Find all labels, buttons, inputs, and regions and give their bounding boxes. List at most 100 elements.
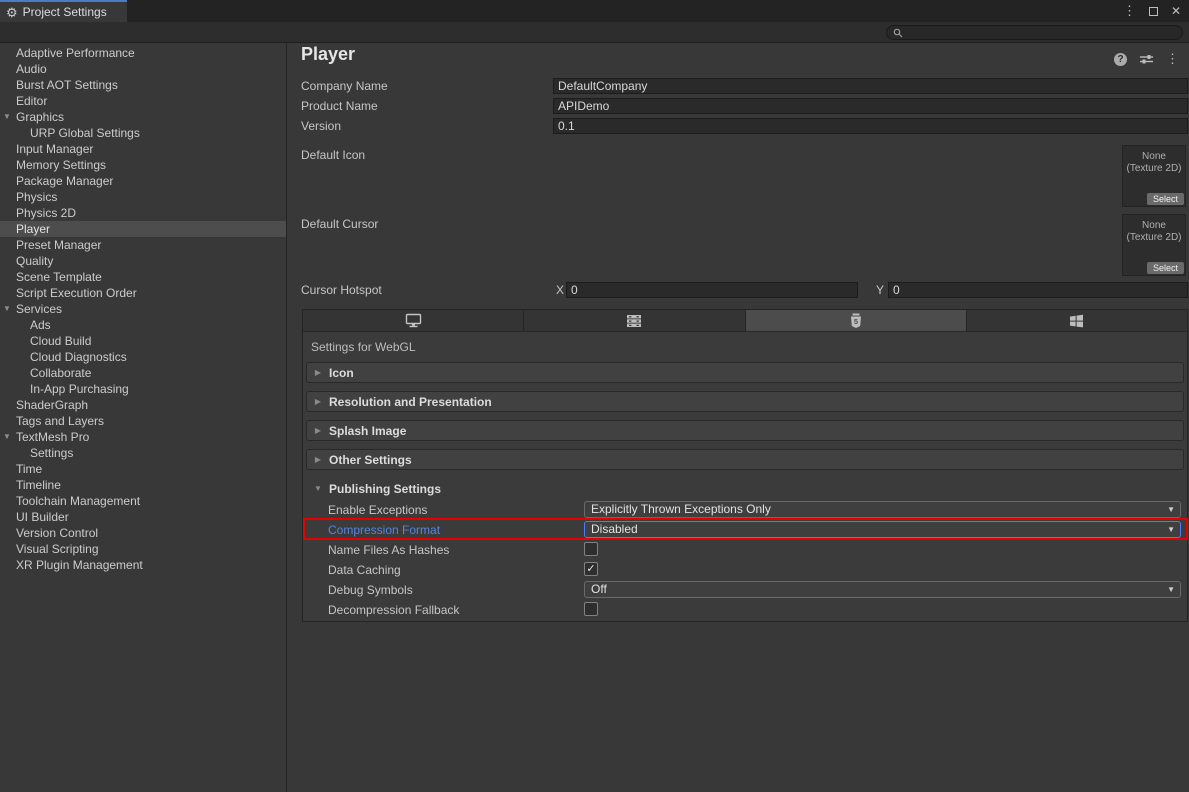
chevron-right-icon: ▶: [307, 368, 329, 377]
default-cursor-object-picker[interactable]: None (Texture 2D) Select: [1122, 214, 1186, 276]
sidebar-item-tags-and-layers[interactable]: Tags and Layers: [0, 413, 286, 429]
chevron-down-icon[interactable]: ▼: [3, 301, 11, 317]
chevron-right-icon: ▶: [307, 455, 329, 464]
cursor-hotspot-label: Cursor Hotspot: [301, 283, 382, 297]
section-resolution-and-presentation[interactable]: ▶ Resolution and Presentation: [306, 391, 1184, 412]
sidebar-item-time[interactable]: Time: [0, 461, 286, 477]
sidebar-item-script-execution-order[interactable]: Script Execution Order: [0, 285, 286, 301]
sidebar-item-textmesh-pro[interactable]: ▼ TextMesh Pro: [0, 429, 286, 445]
default-cursor-label: Default Cursor: [301, 217, 378, 231]
sidebar-item-visual-scripting[interactable]: Visual Scripting: [0, 541, 286, 557]
window-menu-icon[interactable]: ⋮: [1123, 3, 1136, 19]
sidebar-item-timeline[interactable]: Timeline: [0, 477, 286, 493]
enable-exceptions-dropdown[interactable]: Explicitly Thrown Exceptions Only ▼: [584, 501, 1181, 518]
section-title: Other Settings: [329, 453, 412, 467]
toolbar: [0, 22, 1189, 43]
search-box[interactable]: [886, 25, 1183, 40]
page-title: Player: [301, 44, 355, 65]
sidebar-item-cloud-diagnostics[interactable]: Cloud Diagnostics: [0, 349, 286, 365]
name-files-as-hashes-checkbox[interactable]: [584, 542, 598, 556]
object-value-line2: (Texture 2D): [1123, 232, 1185, 244]
dropdown-value: Explicitly Thrown Exceptions Only: [591, 502, 771, 516]
compression-format-dropdown[interactable]: Disabled ▼: [584, 521, 1181, 538]
sidebar-item-burst-aot-settings[interactable]: Burst AOT Settings: [0, 77, 286, 93]
chevron-down-icon[interactable]: ▼: [3, 109, 11, 125]
sidebar-item-graphics[interactable]: ▼ Graphics: [0, 109, 286, 125]
default-icon-select-button[interactable]: Select: [1147, 193, 1184, 205]
window-controls: ⋮ ✕: [1123, 0, 1181, 22]
player-settings-panel: Player ? ⋮ Company Name DefaultCompany P…: [288, 43, 1189, 792]
sidebar-item-memory-settings[interactable]: Memory Settings: [0, 157, 286, 173]
sidebar-item-adaptive-performance[interactable]: Adaptive Performance: [0, 45, 286, 61]
section-publishing-settings[interactable]: ▼ Publishing Settings: [306, 478, 1184, 499]
row-enable-exceptions: Enable Exceptions Explicitly Thrown Exce…: [303, 501, 1181, 519]
company-name-label: Company Name: [301, 79, 388, 93]
sidebar-item-label: TextMesh Pro: [16, 430, 89, 444]
sidebar-item-audio[interactable]: Audio: [0, 61, 286, 77]
sidebar-item-scene-template[interactable]: Scene Template: [0, 269, 286, 285]
company-name-input[interactable]: DefaultCompany: [553, 78, 1188, 94]
sidebar-item-quality[interactable]: Quality: [0, 253, 286, 269]
default-icon-object-picker[interactable]: None (Texture 2D) Select: [1122, 145, 1186, 207]
sidebar-item-label: Graphics: [16, 110, 64, 124]
platform-settings-container: 5 Settings for WebGL ▶ Icon ▶ Resolution…: [302, 309, 1188, 622]
sidebar-item-textmesh-settings[interactable]: Settings: [0, 445, 286, 461]
sidebar-item-ui-builder[interactable]: UI Builder: [0, 509, 286, 525]
sidebar-item-version-control[interactable]: Version Control: [0, 525, 286, 541]
section-icon[interactable]: ▶ Icon: [306, 362, 1184, 383]
name-files-as-hashes-label: Name Files As Hashes: [328, 543, 449, 557]
platform-tab-webgl[interactable]: 5: [746, 310, 967, 331]
unity-project-settings-window: { "window": { "title": "Project Settings…: [0, 0, 1189, 792]
sidebar-item-preset-manager[interactable]: Preset Manager: [0, 237, 286, 253]
sidebar-item-ads[interactable]: Ads: [0, 317, 286, 333]
sidebar-item-toolchain-management[interactable]: Toolchain Management: [0, 493, 286, 509]
sidebar-item-collaborate[interactable]: Collaborate: [0, 365, 286, 381]
windows-icon: [1069, 314, 1084, 328]
platform-tab-standalone[interactable]: [303, 310, 524, 331]
hotspot-y-input[interactable]: 0: [888, 282, 1188, 298]
sidebar-item-in-app-purchasing[interactable]: In-App Purchasing: [0, 381, 286, 397]
chevron-down-icon[interactable]: ▼: [3, 429, 11, 445]
presets-icon[interactable]: [1140, 53, 1153, 65]
sidebar-item-physics-2d[interactable]: Physics 2D: [0, 205, 286, 221]
sidebar-item-editor[interactable]: Editor: [0, 93, 286, 109]
object-value-line2: (Texture 2D): [1123, 163, 1185, 175]
hotspot-x-input[interactable]: 0: [566, 282, 858, 298]
version-input[interactable]: 0.1: [553, 118, 1188, 134]
sidebar-item-xr-plugin-management[interactable]: XR Plugin Management: [0, 557, 286, 573]
maximize-icon[interactable]: [1149, 7, 1158, 16]
sidebar-item-input-manager[interactable]: Input Manager: [0, 141, 286, 157]
platform-tab-dedicated-server[interactable]: [524, 310, 745, 331]
sidebar-item-services[interactable]: ▼Services: [0, 301, 286, 317]
sidebar-item-package-manager[interactable]: Package Manager: [0, 173, 286, 189]
default-icon-label: Default Icon: [301, 148, 365, 162]
product-name-input[interactable]: APIDemo: [553, 98, 1188, 114]
row-compression-format: Compression Format Disabled ▼: [303, 521, 1181, 539]
sidebar-item-shadergraph[interactable]: ShaderGraph: [0, 397, 286, 413]
default-cursor-select-button[interactable]: Select: [1147, 262, 1184, 274]
search-input[interactable]: [907, 26, 1167, 40]
tab-project-settings[interactable]: ⚙ Project Settings: [0, 0, 127, 22]
product-name-label: Product Name: [301, 99, 378, 113]
panel-menu-icon[interactable]: ⋮: [1166, 51, 1179, 67]
data-caching-checkbox[interactable]: ✓: [584, 562, 598, 576]
section-title: Resolution and Presentation: [329, 395, 492, 409]
section-splash-image[interactable]: ▶ Splash Image: [306, 420, 1184, 441]
chevron-down-icon: ▼: [1167, 522, 1175, 538]
sidebar-item-physics[interactable]: Physics: [0, 189, 286, 205]
section-other-settings[interactable]: ▶ Other Settings: [306, 449, 1184, 470]
platform-tab-windows-store[interactable]: [967, 310, 1187, 331]
chevron-right-icon: ▶: [307, 397, 329, 406]
html5-webgl-icon: 5: [850, 313, 862, 329]
sidebar-item-player[interactable]: Player: [0, 221, 286, 237]
hotspot-x-label: X: [556, 283, 564, 297]
sidebar-item-cloud-build[interactable]: Cloud Build: [0, 333, 286, 349]
close-icon[interactable]: ✕: [1171, 4, 1181, 18]
help-icon[interactable]: ?: [1114, 53, 1127, 66]
debug-symbols-dropdown[interactable]: Off ▼: [584, 581, 1181, 598]
row-data-caching: Data Caching ✓: [303, 561, 1181, 579]
svg-text:5: 5: [854, 317, 858, 326]
row-name-files-as-hashes: Name Files As Hashes: [303, 541, 1181, 559]
sidebar-item-urp-global-settings[interactable]: URP Global Settings: [0, 125, 286, 141]
decompression-fallback-checkbox[interactable]: [584, 602, 598, 616]
